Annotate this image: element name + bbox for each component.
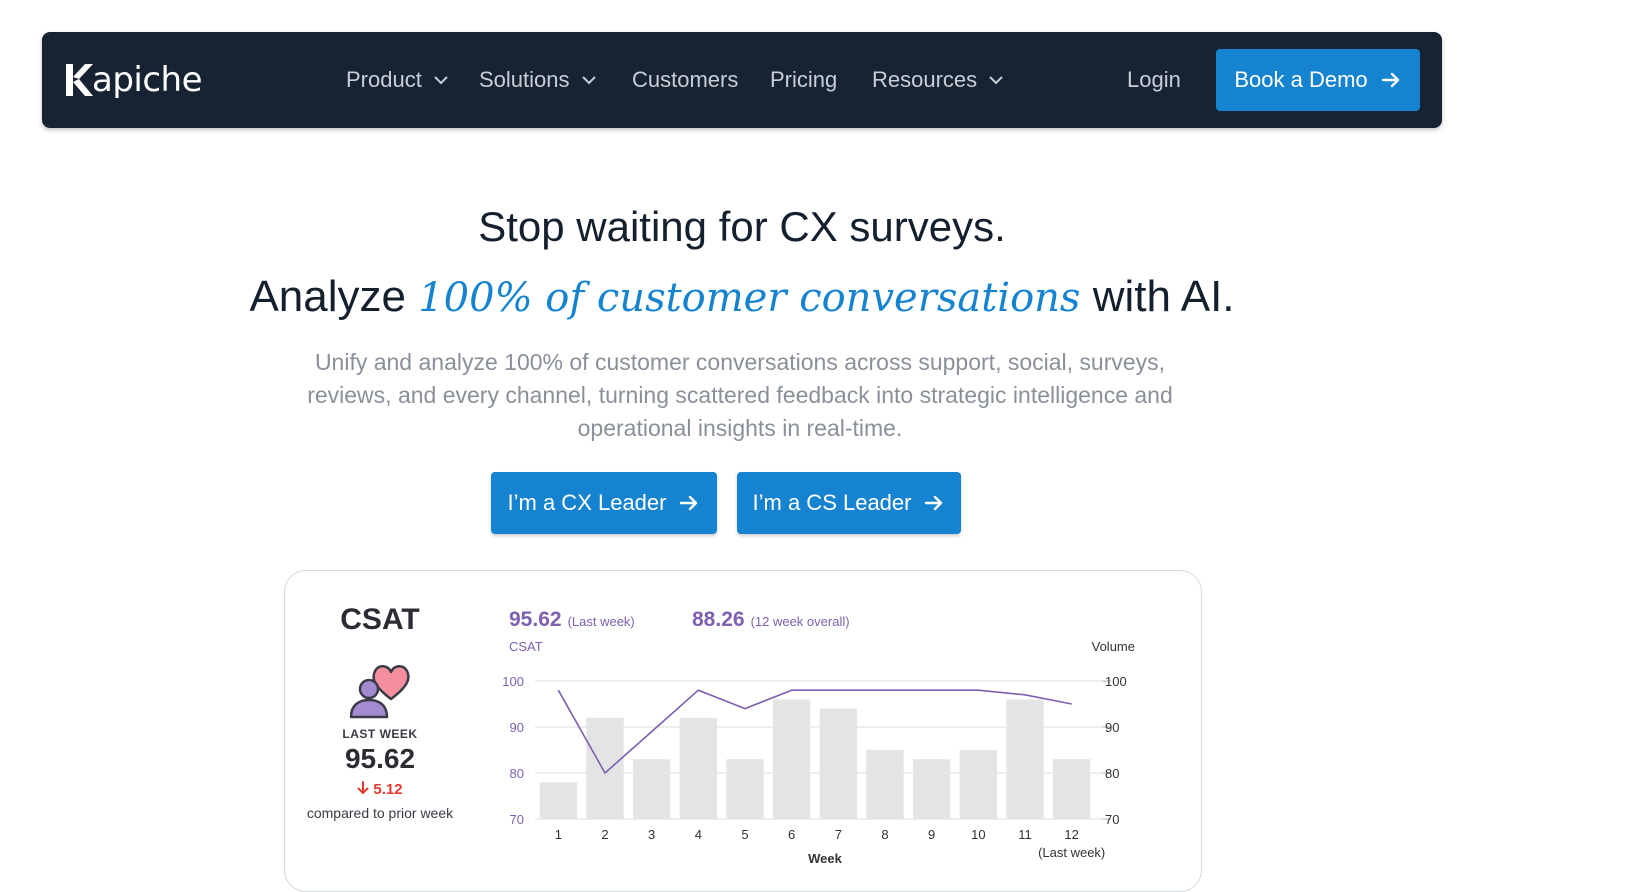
nav-item-pricing[interactable]: Pricing	[770, 64, 837, 96]
x-tick-label: 2	[601, 827, 608, 842]
cs-leader-label: I’m a CS Leader	[752, 490, 912, 515]
top-navbar: apiche Product Solutions Customers Prici…	[42, 32, 1442, 128]
hero-title-line2: Analyze 100% of customer conversations w…	[0, 272, 1484, 322]
bar	[633, 759, 671, 819]
cx-leader-label: I’m a CX Leader	[507, 490, 667, 515]
right-axis-label: Volume	[1092, 639, 1135, 654]
x-tick-label: 1	[555, 827, 562, 842]
cs-leader-button[interactable]: I’m a CS Leader	[737, 472, 961, 534]
book-demo-button[interactable]: Book a Demo	[1216, 49, 1420, 111]
arrow-right-icon	[1381, 72, 1399, 88]
left-tick-label: 100	[502, 674, 524, 689]
bar	[539, 782, 577, 819]
nav-item-label: Resources	[872, 67, 978, 92]
x-tick-label: 8	[881, 827, 888, 842]
bar	[959, 750, 997, 819]
bar	[773, 699, 811, 819]
bar	[819, 708, 857, 819]
hero-title-before: Analyze	[249, 272, 406, 321]
arrow-right-icon	[925, 495, 943, 511]
bar	[726, 759, 764, 819]
x-tick-label: 6	[788, 827, 795, 842]
right-tick-label: 80	[1105, 766, 1119, 781]
x-tick-label: 11	[1018, 827, 1032, 842]
right-tick-label: 70	[1105, 812, 1119, 827]
x-tick-label: 10	[971, 827, 985, 842]
nav-item-label: Customers	[632, 67, 739, 92]
x-axis-label: Week	[808, 851, 842, 866]
hero-title-line1: Stop waiting for CX surveys.	[478, 203, 1006, 250]
bar	[679, 717, 717, 819]
cx-leader-button[interactable]: I’m a CX Leader	[491, 472, 717, 534]
book-demo-label: Book a Demo	[1234, 67, 1368, 92]
left-tick-label: 90	[510, 720, 524, 735]
login-link[interactable]: Login	[1127, 64, 1181, 96]
nav-item-solutions[interactable]: Solutions	[479, 64, 598, 96]
nav-item-label: Product	[346, 67, 422, 92]
x-tick-label: 4	[695, 827, 702, 842]
last-week-note: (Last week)	[1038, 845, 1105, 860]
left-axis-label: CSAT	[509, 639, 543, 654]
nav-item-product[interactable]: Product	[346, 64, 450, 96]
nav-item-resources[interactable]: Resources	[872, 64, 1005, 96]
csat-dashboard-card: CSAT LAST WEEK 95.62 5.12 compared to pr…	[284, 570, 1202, 892]
x-tick-label: 9	[928, 827, 935, 842]
nav-item-customers[interactable]: Customers	[632, 64, 738, 96]
kapiche-logo[interactable]: apiche	[64, 56, 203, 104]
hero-subtitle: Unify and analyze 100% of customer conve…	[307, 349, 1173, 441]
left-tick-label: 70	[510, 812, 524, 827]
x-tick-label: 7	[835, 827, 842, 842]
nav-item-label: Solutions	[479, 67, 570, 92]
hero-title-highlight: 100% of customer conversations	[418, 275, 1081, 321]
nav-item-label: Pricing	[770, 67, 838, 92]
csat-volume-chart: CSAT Volume1009080701009080701 2 3 4 5 6 7 8 9 10 1…	[502, 639, 1135, 866]
bar	[866, 750, 904, 819]
x-tick-label: 5	[741, 827, 748, 842]
left-tick-label: 80	[510, 766, 524, 781]
bar	[1006, 699, 1044, 819]
chevron-down-icon	[581, 76, 596, 85]
hero-title-after: with AI.	[1092, 272, 1235, 321]
x-tick-label: 3	[648, 827, 655, 842]
chevron-down-icon	[434, 76, 448, 85]
bar	[1053, 759, 1091, 819]
arrow-right-icon	[680, 495, 698, 511]
x-tick-label: 12	[1064, 827, 1078, 842]
bar	[913, 759, 951, 819]
logo-text: apiche	[92, 60, 203, 100]
bar	[586, 717, 624, 819]
k-logo-icon	[66, 64, 93, 96]
right-tick-label: 90	[1105, 720, 1119, 735]
chevron-down-icon	[989, 76, 1003, 85]
right-tick-label: 100	[1105, 674, 1127, 689]
